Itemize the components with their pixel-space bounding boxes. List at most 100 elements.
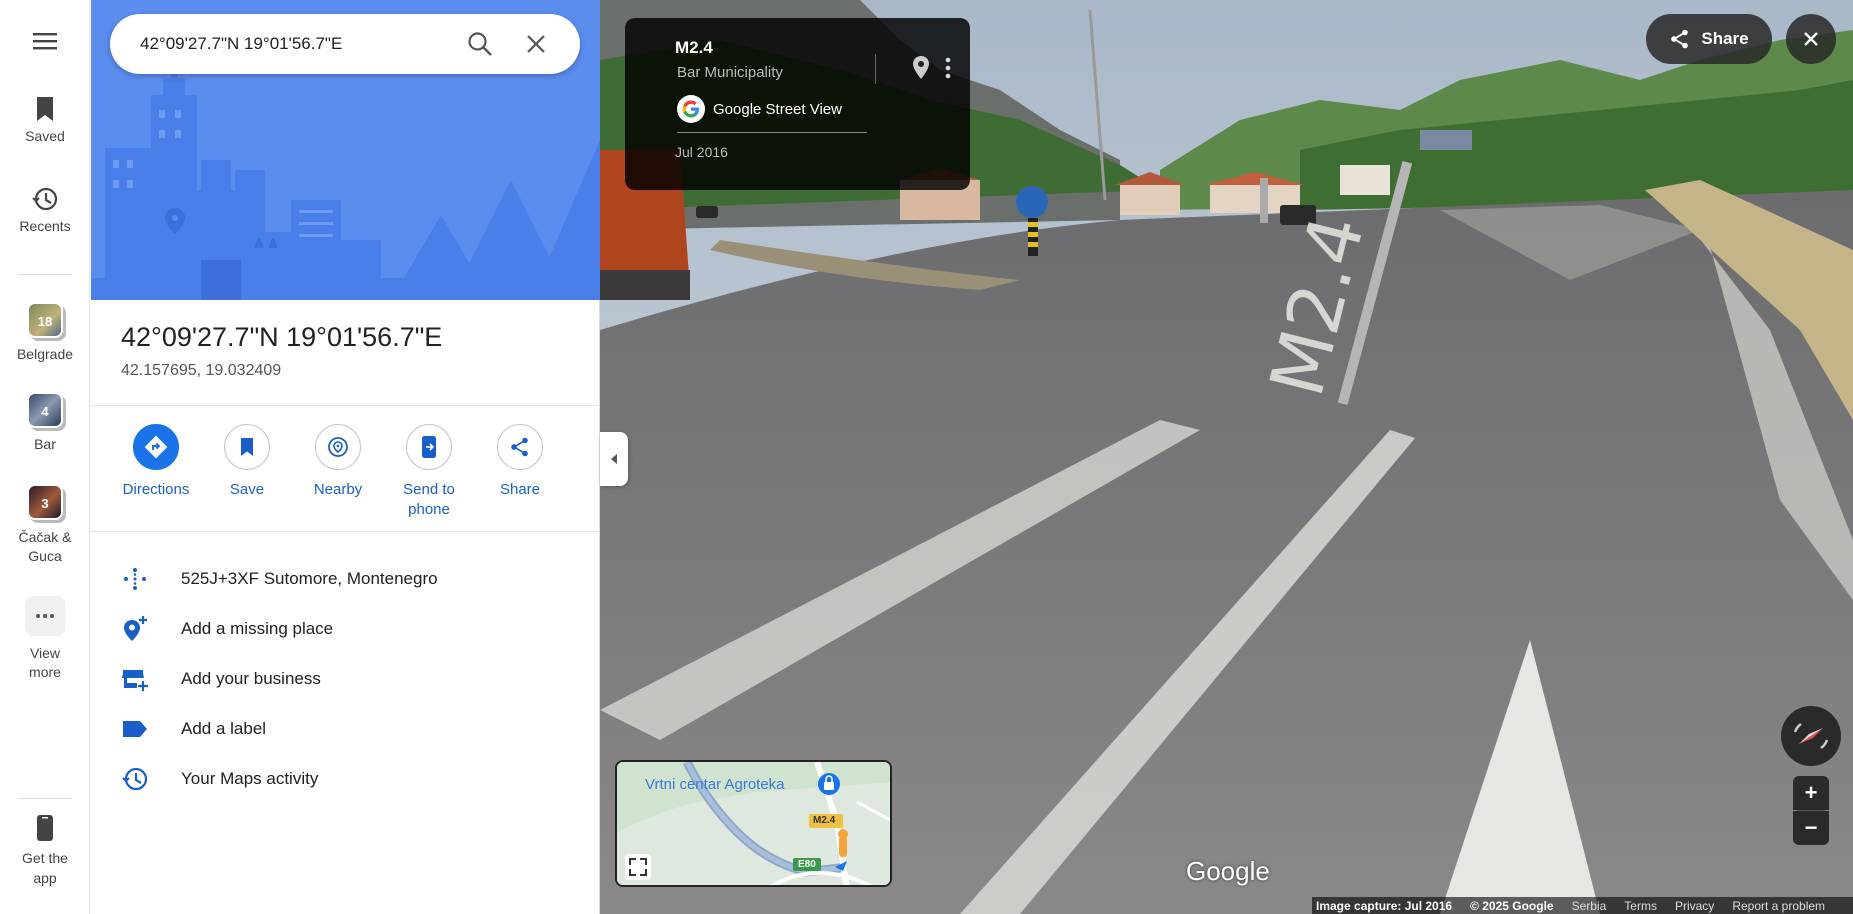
- share-label: Share: [1701, 29, 1749, 48]
- search-box[interactable]: 42°09'27.7"N 19°01'56.7"E: [110, 14, 580, 74]
- close-icon[interactable]: [522, 30, 550, 58]
- send-to-phone-icon: [406, 424, 452, 470]
- nearby-button[interactable]: Nearby: [293, 424, 383, 500]
- recent-place-belgrade[interactable]: 18 Belgrade: [0, 302, 90, 362]
- mini-map-place-label: Vrtni centar Agroteka: [645, 776, 785, 793]
- street-view-info-card: M2.4 Bar Municipality Google Street View…: [625, 18, 970, 190]
- action-label: Nearby: [313, 481, 363, 498]
- rail-get-app[interactable]: Get the app: [0, 814, 90, 888]
- send-to-phone-button[interactable]: Send to phone: [384, 424, 474, 520]
- share-button[interactable]: Share: [475, 424, 565, 500]
- add-label-row[interactable]: Add a label: [121, 707, 581, 747]
- capture-date[interactable]: Jul 2016: [675, 144, 728, 160]
- footer-link-region[interactable]: Serbia: [1572, 899, 1607, 913]
- rail-saved-label: Saved: [25, 128, 65, 144]
- mini-map-m-shield: M2.4: [813, 815, 836, 826]
- more-options-icon[interactable]: [945, 56, 951, 80]
- card-divider: [875, 54, 876, 84]
- bookmark-icon: [37, 97, 53, 121]
- recent-place-thumbnail: 4: [27, 392, 63, 428]
- directions-button[interactable]: Directions: [111, 424, 201, 500]
- menu-button[interactable]: [0, 30, 90, 58]
- recent-place-count: 18: [37, 314, 53, 329]
- maps-activity-row[interactable]: Your Maps activity: [121, 757, 581, 797]
- phone-icon: [37, 815, 53, 841]
- info-row-text: Add your business: [181, 669, 321, 688]
- add-missing-place-row[interactable]: Add a missing place: [121, 607, 581, 647]
- recent-place-label: Bar: [34, 436, 56, 452]
- close-street-view-button[interactable]: [1786, 14, 1836, 64]
- place-panel: 42°09'27.7"N 19°01'56.7"E 42°09'27.7"N 1…: [91, 0, 600, 914]
- action-buttons: Directions Save Nearby Send to phone Sha…: [111, 424, 581, 524]
- label-icon: [123, 721, 147, 737]
- rail-view-more[interactable]: View more: [0, 596, 90, 682]
- share-icon: [497, 424, 543, 470]
- attribution-footer: Image capture: Jul 2016 © 2025 Google Se…: [1312, 897, 1853, 914]
- source-label: Google Street View: [713, 100, 842, 118]
- more-icon: [25, 596, 65, 636]
- recent-place-count: 3: [41, 496, 49, 511]
- zoom-in-button[interactable]: +: [1793, 776, 1829, 810]
- navigation-rail: Saved Recents 18 Belgrade 4 Bar 3 Čačak …: [0, 0, 90, 914]
- google-g-icon: [677, 95, 705, 123]
- bookmark-icon: [224, 424, 270, 470]
- rail-view-more-label: View more: [29, 645, 61, 680]
- search-input[interactable]: 42°09'27.7"N 19°01'56.7"E: [140, 34, 342, 54]
- municipality: Bar Municipality: [677, 64, 783, 81]
- rail-saved[interactable]: Saved: [0, 96, 90, 144]
- compass-button[interactable]: [1781, 706, 1841, 766]
- footer-link-report[interactable]: Report a problem: [1732, 899, 1825, 913]
- close-icon: [1804, 32, 1818, 46]
- add-business-row[interactable]: Add your business: [121, 657, 581, 697]
- street-view-source: Google Street View: [677, 94, 842, 124]
- history-icon: [122, 767, 148, 791]
- footer-link-terms[interactable]: Terms: [1624, 899, 1657, 913]
- info-row-text: 525J+3XF Sutomore, Montenegro: [181, 569, 438, 588]
- plus-code-icon: [124, 568, 146, 590]
- chevron-left-icon: [611, 454, 617, 464]
- compass-icon: [1793, 722, 1829, 750]
- share-icon: [1671, 29, 1689, 49]
- add-business-icon: [122, 670, 148, 691]
- rail-recents[interactable]: Recents: [0, 186, 90, 234]
- image-capture-text: Image capture: Jul 2016: [1316, 898, 1453, 913]
- collapse-panel-button[interactable]: [600, 432, 628, 486]
- plus-code-row[interactable]: 525J+3XF Sutomore, Montenegro: [121, 557, 581, 597]
- add-place-icon: [124, 616, 147, 641]
- place-title: 42°09'27.7"N 19°01'56.7"E: [121, 322, 443, 352]
- recent-place-label: Belgrade: [16, 346, 74, 362]
- minus-icon: −: [1804, 815, 1818, 840]
- card-underline: [677, 132, 867, 133]
- road-name: M2.4: [675, 38, 713, 57]
- nearby-icon: [315, 424, 361, 470]
- recent-place-cacak[interactable]: 3 Čačak & Guca: [0, 484, 90, 566]
- google-logo: Google: [1186, 856, 1270, 886]
- expand-map-icon[interactable]: [625, 854, 651, 880]
- save-button[interactable]: Save: [202, 424, 292, 500]
- section-divider: [91, 405, 600, 406]
- recent-place-label: Čačak & Guca: [18, 529, 72, 564]
- rail-divider: [18, 798, 72, 799]
- plus-icon: +: [1804, 780, 1818, 805]
- directions-icon: [133, 424, 179, 470]
- copyright-text: © 2025 Google: [1470, 898, 1554, 913]
- action-label: Share: [499, 481, 541, 498]
- street-view-share-button[interactable]: Share: [1646, 14, 1772, 64]
- section-divider: [91, 531, 600, 532]
- search-icon[interactable]: [466, 30, 494, 58]
- footer-link-privacy[interactable]: Privacy: [1675, 899, 1714, 913]
- rail-divider: [18, 274, 72, 275]
- recent-place-count: 4: [41, 404, 49, 419]
- menu-icon: [33, 33, 57, 50]
- recent-place-thumbnail: 3: [27, 484, 63, 520]
- place-coordinates: 42.157695, 19.032409: [121, 362, 282, 379]
- recent-place-bar[interactable]: 4 Bar: [0, 392, 90, 452]
- info-row-text: Add a label: [181, 719, 267, 738]
- mini-map-e-shield: E80: [798, 859, 816, 870]
- zoom-out-button[interactable]: −: [1793, 811, 1829, 845]
- history-icon: [32, 187, 58, 211]
- mini-map[interactable]: Vrtni centar Agroteka M2.4 E80: [615, 760, 892, 887]
- rail-get-app-label: Get the app: [22, 850, 68, 886]
- info-row-text: Add a missing place: [181, 619, 334, 638]
- location-pin-icon[interactable]: [911, 54, 931, 82]
